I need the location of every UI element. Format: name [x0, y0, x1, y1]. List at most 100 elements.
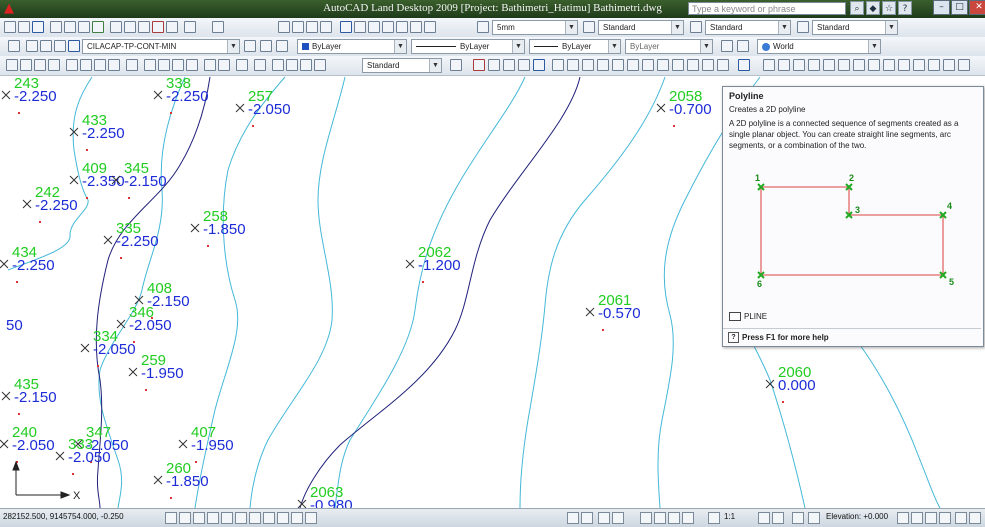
text-style-icon[interactable]	[477, 21, 489, 33]
quick-view-layouts-icon[interactable]	[598, 512, 610, 524]
baseline-dim-icon[interactable]	[144, 59, 156, 71]
layer-manager-icon[interactable]	[8, 40, 20, 52]
paste-icon[interactable]	[138, 21, 150, 33]
properties-icon[interactable]	[340, 21, 352, 33]
zoom-status-icon[interactable]	[654, 512, 666, 524]
linetype-select[interactable]: ByLayer ▼	[411, 39, 525, 54]
fillet-icon[interactable]	[702, 59, 714, 71]
quickcalc-icon[interactable]	[410, 21, 422, 33]
publish-icon[interactable]	[78, 21, 90, 33]
zoom-window-icon[interactable]	[306, 21, 318, 33]
trim-icon[interactable]	[612, 59, 624, 71]
explode-icon[interactable]	[717, 59, 729, 71]
diameter-dim-icon[interactable]	[94, 59, 106, 71]
make-layer-current-icon[interactable]	[244, 40, 256, 52]
sun-icon[interactable]	[40, 40, 52, 52]
maximize-button[interactable]: □	[951, 0, 968, 15]
inspection-icon[interactable]	[236, 59, 248, 71]
linear-dim-icon[interactable]	[6, 59, 18, 71]
redo-icon[interactable]	[212, 21, 224, 33]
erase-icon[interactable]	[473, 59, 485, 71]
qp-icon[interactable]	[305, 512, 317, 524]
showmotion-icon[interactable]	[682, 512, 694, 524]
polygon-icon[interactable]	[808, 59, 820, 71]
text-style-select[interactable]: Standard ▼	[598, 20, 684, 35]
dim-text-edit-icon[interactable]	[286, 59, 298, 71]
save-icon[interactable]	[32, 21, 44, 33]
layer-select[interactable]: CILACAP-TP-CONT-MIN ▼	[82, 39, 240, 54]
lightbulb-icon[interactable]	[26, 40, 38, 52]
aligned-dim-icon[interactable]	[20, 59, 32, 71]
layer-color-icon[interactable]	[68, 40, 80, 52]
open-icon[interactable]	[18, 21, 30, 33]
lineweight-select[interactable]: ByLayer ▼	[529, 39, 621, 54]
undo-icon[interactable]	[184, 21, 196, 33]
plot-preview-icon[interactable]	[64, 21, 76, 33]
dim-style-select[interactable]: Standard ▼	[705, 20, 791, 35]
rectangle-icon[interactable]	[823, 59, 835, 71]
tool-palettes-icon[interactable]	[368, 21, 380, 33]
chamfer-icon[interactable]	[687, 59, 699, 71]
tray-icon[interactable]	[969, 512, 981, 524]
dim-update-icon[interactable]	[300, 59, 312, 71]
annotation-scale-icon[interactable]	[708, 512, 720, 524]
circle-icon[interactable]	[853, 59, 865, 71]
ucs-named-icon[interactable]	[737, 40, 749, 52]
ordinate-dim-icon[interactable]	[48, 59, 60, 71]
make-block-icon[interactable]	[943, 59, 955, 71]
search-icon[interactable]: ⌕	[850, 1, 864, 15]
pan-status-icon[interactable]	[640, 512, 652, 524]
table-style-icon[interactable]	[797, 21, 809, 33]
mirror-icon[interactable]	[503, 59, 515, 71]
ucs-select[interactable]: World ▼	[757, 39, 881, 54]
toolbar-lock-icon[interactable]	[897, 512, 909, 524]
grid-icon[interactable]	[179, 512, 191, 524]
3d-dwf-icon[interactable]	[92, 21, 104, 33]
ucs-icon[interactable]	[721, 40, 733, 52]
communication-icon[interactable]: ◆	[866, 1, 880, 15]
qnew-icon[interactable]	[4, 21, 16, 33]
clean-screen-icon[interactable]	[955, 512, 967, 524]
minimize-button[interactable]: –	[933, 0, 950, 15]
model-icon[interactable]	[567, 512, 579, 524]
zoom-realtime-icon[interactable]	[292, 21, 304, 33]
dim-space-icon[interactable]	[172, 59, 184, 71]
dim-edit-icon[interactable]	[272, 59, 284, 71]
layer-states-icon[interactable]	[276, 40, 288, 52]
cut-icon[interactable]	[110, 21, 122, 33]
ellipse-icon[interactable]	[898, 59, 910, 71]
plotstyle-select[interactable]: ByLayer ▼	[625, 39, 713, 54]
copy-object-icon[interactable]	[488, 59, 500, 71]
block-editor-icon[interactable]	[166, 21, 178, 33]
angular-dim-icon[interactable]	[108, 59, 120, 71]
ducs-icon[interactable]	[249, 512, 261, 524]
ortho-icon[interactable]	[193, 512, 205, 524]
dim-override-icon[interactable]	[450, 59, 462, 71]
quick-view-drawings-icon[interactable]	[612, 512, 624, 524]
help-icon[interactable]: ?	[898, 1, 912, 15]
spline-icon[interactable]	[883, 59, 895, 71]
design-center-icon[interactable]	[354, 21, 366, 33]
ellipse-arc-icon[interactable]	[913, 59, 925, 71]
close-button[interactable]: ✕	[969, 0, 985, 15]
continue-dim-icon[interactable]	[158, 59, 170, 71]
line-icon[interactable]	[763, 59, 775, 71]
table-style-select[interactable]: Standard ▼	[812, 20, 898, 35]
dyn-icon[interactable]	[263, 512, 275, 524]
construction-line-icon[interactable]	[778, 59, 790, 71]
revcloud-icon[interactable]	[868, 59, 880, 71]
dim-style-icon[interactable]	[690, 21, 702, 33]
radius-dim-icon[interactable]	[66, 59, 78, 71]
pline-draw-icon[interactable]	[793, 59, 805, 71]
visual-style-select[interactable]: Standard ▼	[362, 58, 442, 73]
arc-length-icon[interactable]	[34, 59, 46, 71]
layout-icon[interactable]	[581, 512, 593, 524]
snap-icon[interactable]	[165, 512, 177, 524]
pan-icon[interactable]	[278, 21, 290, 33]
offset-icon[interactable]	[518, 59, 530, 71]
search-input[interactable]: Type a keyword or phrase	[688, 2, 846, 15]
match-properties-icon[interactable]	[152, 21, 164, 33]
hardware-icon[interactable]	[911, 512, 923, 524]
dim-style-manager-icon[interactable]	[314, 59, 326, 71]
rotate-icon[interactable]	[567, 59, 579, 71]
